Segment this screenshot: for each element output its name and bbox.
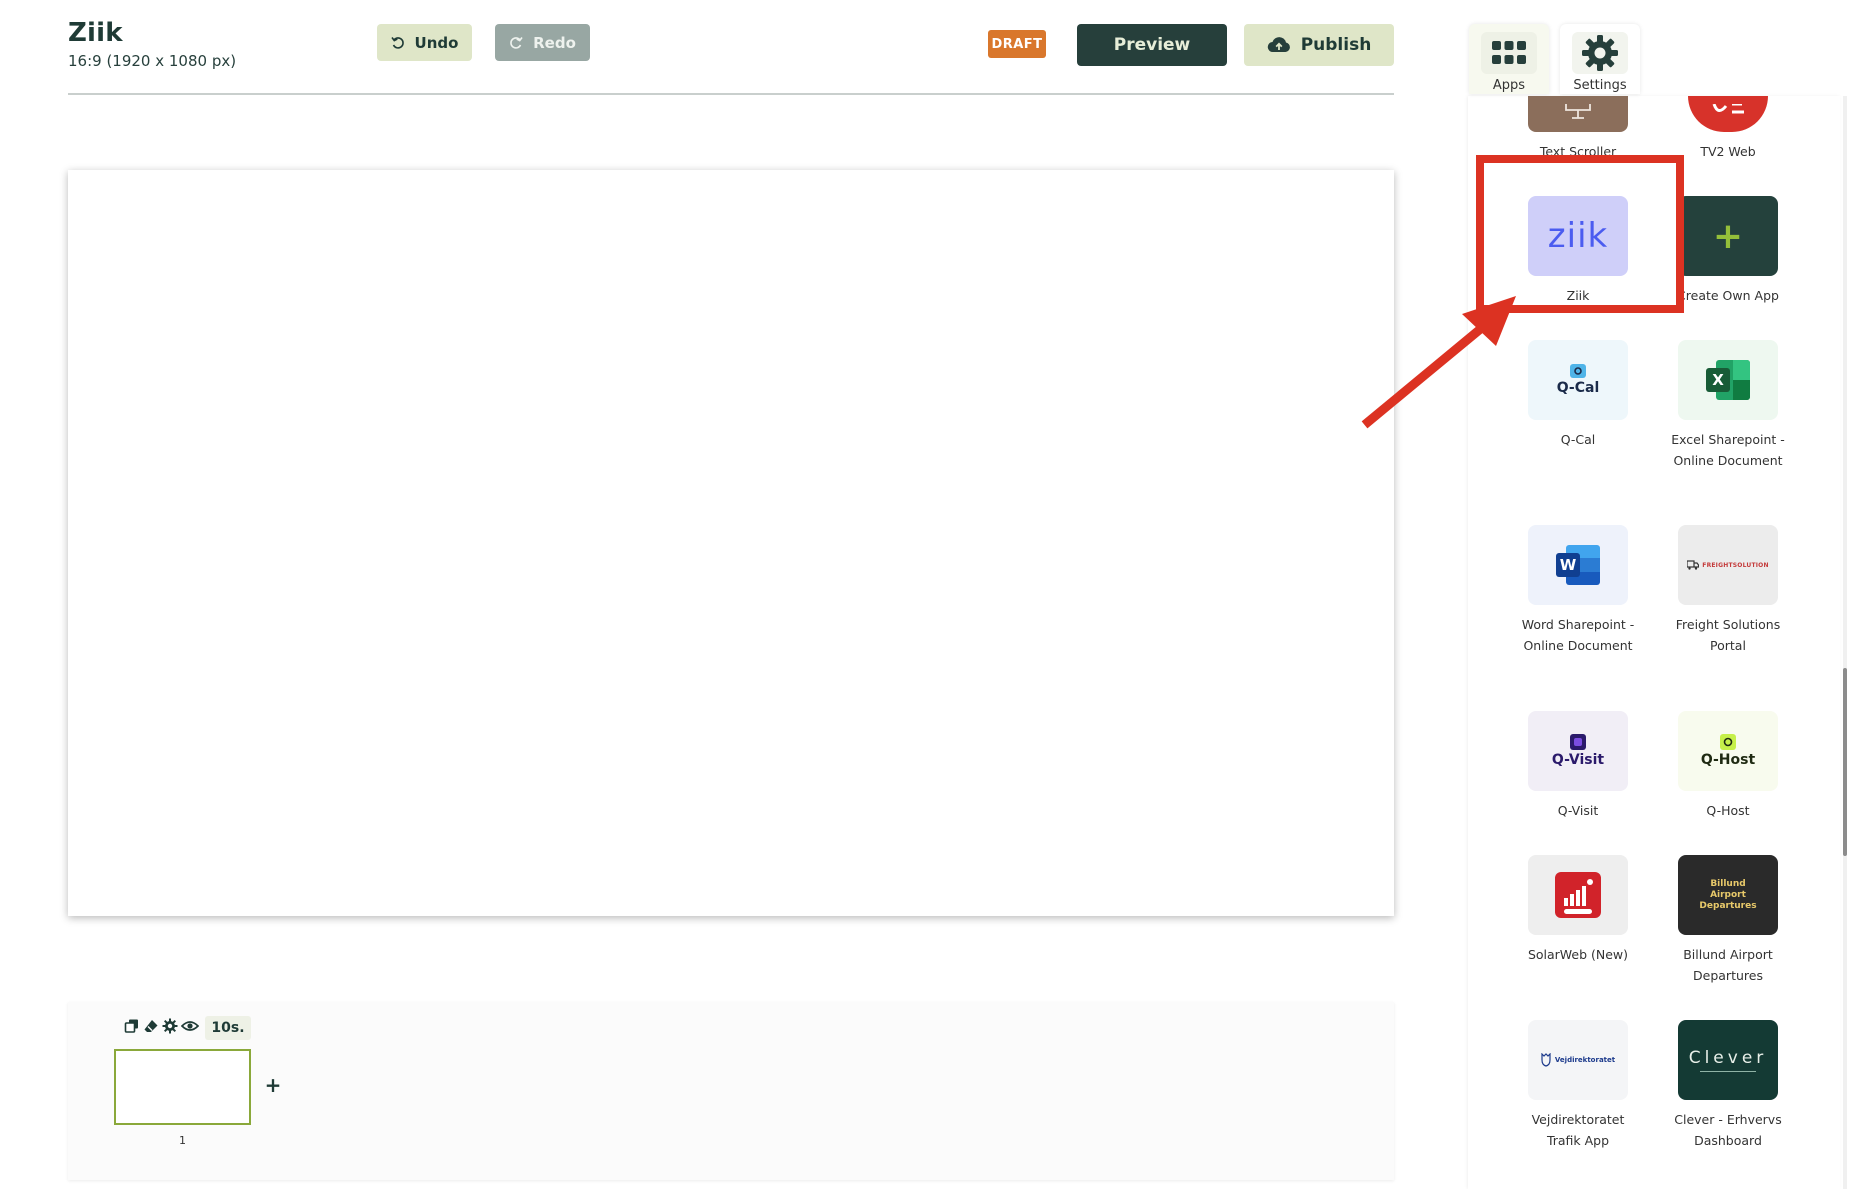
tab-apps[interactable]: Apps: [1469, 24, 1549, 94]
app-label: Clever - Erhvervs Dashboard: [1674, 1112, 1782, 1148]
ziik-logo: ziik: [1528, 196, 1628, 276]
slide-toolbar: [124, 1018, 199, 1034]
app-freight-solutions[interactable]: FREIGHTSOLUTION Freight Solutions Portal: [1663, 525, 1793, 656]
app-label: Create Own App: [1677, 288, 1779, 303]
create-own-app-logo: +: [1678, 196, 1778, 276]
app-label: SolarWeb (New): [1527, 947, 1629, 962]
monitor-icon: [1565, 104, 1591, 119]
publish-button[interactable]: Publish: [1244, 24, 1394, 66]
gear-icon: [1582, 35, 1618, 71]
app-label: Ziik: [1566, 288, 1590, 303]
panel-scrollbar-track[interactable]: [1843, 96, 1847, 1189]
tab-settings-label: Settings: [1573, 78, 1627, 93]
redo-label: Redo: [533, 33, 576, 52]
status-badge: DRAFT: [988, 30, 1046, 58]
add-slide-button[interactable]: +: [264, 1075, 282, 1095]
q-visit-logo: Q-Visit: [1528, 711, 1628, 791]
app-q-visit[interactable]: Q-Visit Q-Visit: [1513, 711, 1643, 821]
app-label: TV2 Web: [1700, 144, 1756, 159]
undo-icon: [390, 36, 404, 49]
excel-icon: X: [1706, 360, 1750, 400]
slide-thumbnail[interactable]: [114, 1049, 251, 1125]
app-billund-airport[interactable]: Billund Airport Departures Billund Airpo…: [1663, 855, 1793, 986]
header-divider: [68, 93, 1394, 95]
editor-page: Ziik 16:9 (1920 x 1080 px) Undo Redo DRA…: [0, 0, 1873, 1189]
gear-icon[interactable]: [162, 1018, 178, 1034]
app-clever[interactable]: Clever Clever - Erhvervs Dashboard: [1663, 1020, 1793, 1151]
slide-number: 1: [179, 1134, 186, 1147]
app-label: Word Sharepoint - Online Document: [1521, 617, 1635, 653]
app-label: Excel Sharepoint - Online Document: [1671, 432, 1785, 468]
publish-label: Publish: [1300, 35, 1372, 55]
q-cal-logo: Q-Cal: [1528, 340, 1628, 420]
app-label: Q-Cal: [1560, 432, 1596, 447]
word-logo: W: [1528, 525, 1628, 605]
excel-letter: X: [1706, 368, 1730, 392]
q-visit-mark-icon: [1570, 734, 1586, 750]
ziik-logo-text: ziik: [1547, 216, 1609, 256]
app-label: Freight Solutions Portal: [1675, 617, 1781, 653]
vejdirektoratet-logo: Vejdirektoratet: [1528, 1020, 1628, 1100]
app-ziik[interactable]: ziik Ziik: [1513, 196, 1643, 306]
app-label: Q-Host: [1706, 803, 1750, 818]
app-vejdirektoratet[interactable]: Vejdirektoratet Vejdirektoratet Trafik A…: [1513, 1020, 1643, 1151]
shield-crown-icon: [1541, 1053, 1551, 1067]
undo-button[interactable]: Undo: [377, 24, 472, 61]
duplicate-icon[interactable]: [124, 1018, 140, 1034]
cloud-upload-icon: [1267, 37, 1290, 53]
preview-button[interactable]: Preview: [1077, 24, 1227, 66]
apps-icon-box: [1481, 32, 1537, 74]
plus-icon: +: [1712, 215, 1744, 257]
app-excel-sharepoint[interactable]: X Excel Sharepoint - Online Document: [1663, 340, 1793, 471]
app-word-sharepoint[interactable]: W Word Sharepoint - Online Document: [1513, 525, 1643, 656]
app-tv2-web[interactable]: TV2 Web: [1663, 96, 1793, 162]
app-create-own-app[interactable]: + Create Own App: [1663, 196, 1793, 306]
q-host-mark-icon: [1720, 734, 1736, 750]
apps-grid-icon: [1492, 41, 1526, 64]
slide-duration[interactable]: 10s.: [205, 1016, 251, 1040]
billund-airport-logo: Billund Airport Departures: [1678, 855, 1778, 935]
app-q-host[interactable]: Q-Host Q-Host: [1663, 711, 1793, 821]
clever-logo-underline: [1700, 1071, 1756, 1072]
solarweb-logo: [1528, 855, 1628, 935]
q-host-logo: Q-Host: [1678, 711, 1778, 791]
tab-apps-label: Apps: [1492, 78, 1526, 93]
undo-label: Undo: [414, 33, 459, 52]
app-label: Text Scroller: [1539, 144, 1617, 159]
app-text-scroller[interactable]: Text Scroller: [1513, 96, 1643, 162]
app-label: Q-Visit: [1557, 803, 1599, 818]
text-scroller-logo: [1528, 96, 1628, 132]
q-cal-logo-text: Q-Cal: [1556, 380, 1600, 396]
q-visit-logo-text: Q-Visit: [1551, 752, 1605, 768]
app-q-cal[interactable]: Q-Cal Q-Cal: [1513, 340, 1643, 450]
tv2-mark-icon: [1712, 104, 1744, 114]
settings-icon-box: [1572, 32, 1628, 74]
resolution-label: 16:9 (1920 x 1080 px): [68, 52, 237, 70]
clever-logo-text: Clever: [1688, 1048, 1768, 1068]
redo-button[interactable]: Redo: [495, 24, 590, 61]
slide-canvas[interactable]: [68, 170, 1394, 916]
page-title: Ziik: [68, 18, 123, 48]
word-letter: W: [1556, 553, 1580, 577]
app-label: Vejdirektoratet Trafik App: [1531, 1112, 1625, 1148]
freight-solutions-logo-text: FREIGHTSOLUTION: [1702, 561, 1769, 569]
solarweb-icon: [1555, 872, 1601, 918]
word-icon: W: [1556, 545, 1600, 585]
app-solarweb[interactable]: SolarWeb (New): [1513, 855, 1643, 965]
freight-solutions-logo: FREIGHTSOLUTION: [1678, 525, 1778, 605]
panel-scrollbar-thumb[interactable]: [1843, 668, 1847, 856]
q-cal-mark-icon: [1570, 364, 1586, 378]
vejdirektoratet-logo-text: Vejdirektoratet: [1554, 1056, 1616, 1064]
app-label: Billund Airport Departures: [1683, 947, 1773, 983]
redo-icon: [510, 36, 523, 49]
q-host-logo-text: Q-Host: [1700, 752, 1756, 768]
clever-logo: Clever: [1678, 1020, 1778, 1100]
excel-logo: X: [1678, 340, 1778, 420]
billund-logo-text: Billund Airport Departures: [1699, 878, 1757, 911]
truck-icon: [1687, 560, 1700, 570]
eye-icon[interactable]: [181, 1018, 199, 1034]
tv2-logo: [1688, 96, 1768, 132]
tab-settings[interactable]: Settings: [1560, 24, 1640, 94]
eraser-icon[interactable]: [143, 1018, 159, 1034]
